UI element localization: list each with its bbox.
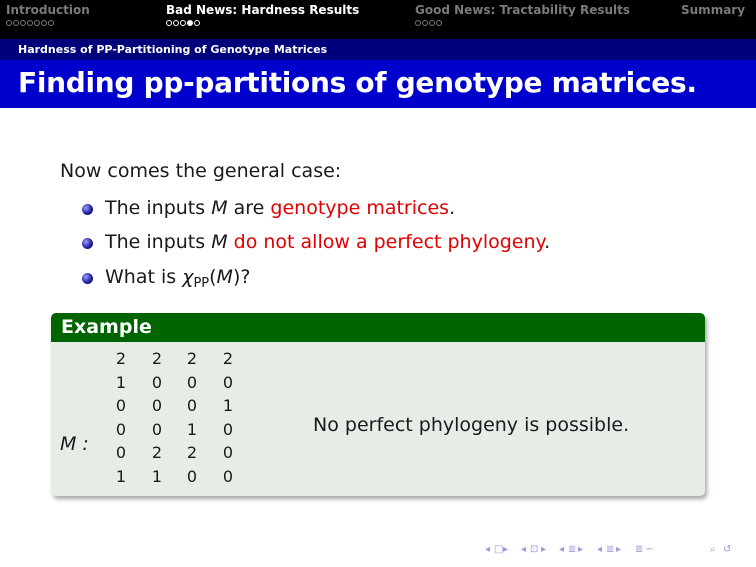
subsection-bar: Hardness of PP-Partitioning of Genotype … [0,39,756,60]
nav-dot-icon[interactable] [13,20,19,26]
nav-dot-icon[interactable] [415,20,421,26]
frame-title-bar: Finding pp-partitions of genotype matric… [0,60,756,108]
matrix-cell: 0 [186,372,198,392]
matrix-cell: 1 [222,396,234,415]
nav-symbol-icon[interactable]: ◂ [597,544,602,555]
nav-symbol-icon[interactable]: ◂ [559,544,564,555]
matrix-cell: 1 [115,466,127,486]
matrix-cell: 0 [222,372,234,392]
matrix-cell: 0 [115,419,127,439]
nav-dots-bad-news [166,20,201,28]
nav-dot-icon[interactable] [173,20,179,26]
nav-symbol-icon[interactable]: ⊡ [530,544,538,555]
matrix-cell: 0 [115,443,127,462]
frame-title: Finding pp-partitions of genotype matric… [18,66,697,99]
matrix-cell: 0 [222,443,234,462]
nav-symbol-icon[interactable]: ◂ [485,544,490,555]
example-block-title: Example [61,316,152,338]
matrix-cell: 2 [151,443,163,462]
bullet-ball-icon [82,273,93,284]
example-block-header: Example [51,313,705,342]
nav-dots-good-news [415,20,443,28]
matrix-cell: 2 [151,349,163,368]
matrix-label: M : [60,433,89,455]
nav-dot-icon[interactable] [194,20,200,26]
nav-symbol-icon[interactable]: ≣ [606,544,614,555]
nav-dot-icon[interactable] [41,20,47,26]
bullet-ball-icon [82,204,93,215]
nav-symbol-icon[interactable]: ▸ [541,544,546,555]
nav-dot-icon[interactable] [180,20,186,26]
matrix-cell: 0 [115,396,127,415]
bullet-text: The inputs M do not allow a perfect phyl… [105,231,551,253]
nav-dot-icon[interactable] [34,20,40,26]
nav-symbol-icon[interactable]: ↺ [723,544,731,555]
nav-dot-icon[interactable] [27,20,33,26]
matrix-cell: 1 [186,419,198,439]
matrix-cell: 2 [115,349,127,368]
nav-section-summary[interactable]: Summary [681,3,745,17]
nav-symbol-icon[interactable]: ▸ [578,544,583,555]
nav-dot-icon[interactable] [422,20,428,26]
matrix-cell: 1 [115,372,127,392]
nav-symbol-icon[interactable]: ◂ [521,544,526,555]
nav-symbol-icon[interactable]: ▸ [503,544,508,555]
lead-text: Now comes the general case: [60,160,342,182]
nav-symbol-icon[interactable]: ≣ [635,544,643,555]
example-note: No perfect phylogeny is possible. [313,414,630,436]
nav-symbol-icon[interactable]: ▸ [616,544,621,555]
matrix-cell: 0 [151,396,163,415]
nav-section-bad-news[interactable]: Bad News: Hardness Results [166,3,359,17]
subsection-title: Hardness of PP-Partitioning of Genotype … [18,43,328,56]
nav-section-good-news[interactable]: Good News: Tractability Results [415,3,630,17]
nav-symbol-icon[interactable]: ≣ [568,544,576,555]
matrix-cell: 2 [222,349,234,368]
nav-dot-icon[interactable] [6,20,12,26]
matrix-cell: 1 [151,466,163,486]
nav-dot-icon[interactable] [48,20,54,26]
matrix-cell: 0 [186,396,198,415]
nav-dot-icon[interactable] [436,20,442,26]
example-block-body: M : 2 2 2 2 1 0 0 0 0 0 0 1 0 0 1 0 0 2 2 0 1 1 0 0 No perfect … [51,342,705,496]
matrix-cell: 0 [222,466,234,486]
bullet-ball-icon [82,238,93,249]
nav-symbol-icon[interactable]: ∽ [645,544,653,555]
nav-section-introduction[interactable]: Introduction [6,3,90,17]
bullet-text: What is χPP(M)? [105,266,251,291]
section-navigation: Introduction Bad News: Hardness Results … [0,0,756,39]
matrix-cell: 0 [151,419,163,439]
nav-dot-icon[interactable] [166,20,172,26]
matrix-cell: 0 [222,419,234,439]
nav-dots-introduction [6,20,55,28]
nav-dot-icon[interactable] [20,20,26,26]
bullet-text: The inputs M are genotype matrices. [105,197,456,219]
example-block: Example M : 2 2 2 2 1 0 0 0 0 0 0 1 0 0 1 0 0 2 2 0 1 1 0 0 No … [51,313,705,496]
nav-dot-icon[interactable] [429,20,435,26]
matrix-cell: 2 [186,349,198,368]
matrix-cell: 2 [186,443,198,462]
nav-dot-icon[interactable] [187,20,193,26]
matrix-cell: 0 [186,466,198,486]
nav-symbol-icon[interactable]: ⌕ [710,544,716,555]
matrix-cell: 0 [151,372,163,392]
